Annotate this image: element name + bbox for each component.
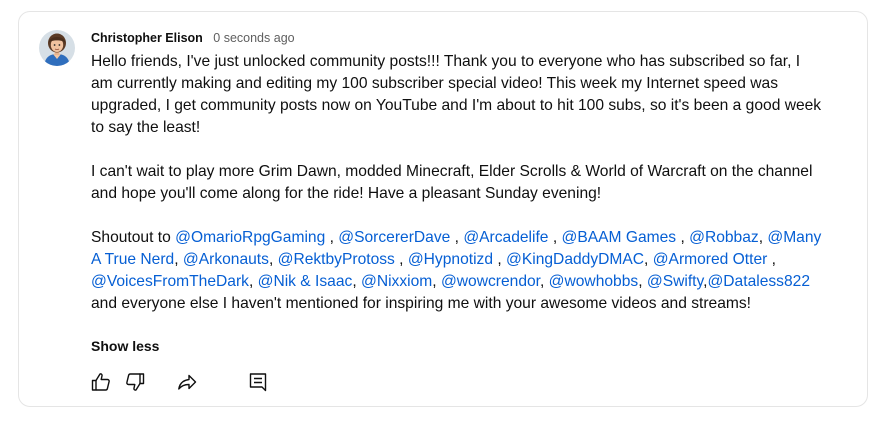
mention-separator: , [325, 229, 339, 246]
mention-link[interactable]: @OmarioRpgGaming [175, 229, 325, 246]
share-button[interactable] [172, 367, 202, 397]
share-arrow-icon [178, 374, 197, 390]
author-avatar[interactable] [39, 30, 75, 66]
mention-link[interactable]: @RektbyProtoss [278, 251, 395, 268]
mention-separator: , [174, 251, 183, 268]
mention-separator: , [676, 229, 690, 246]
mention-separator: , [450, 229, 464, 246]
post-timestamp[interactable]: 0 seconds ago [213, 31, 294, 45]
mention-link[interactable]: @Nixxiom [361, 273, 432, 290]
author-name[interactable]: Christopher Elison [91, 31, 203, 45]
mention-separator: , [268, 251, 278, 268]
mention-link[interactable]: @Arkonauts [183, 251, 269, 268]
mention-link[interactable]: @wowhobbs [549, 273, 639, 290]
mention-separator: , [767, 251, 777, 268]
post-body: Hello friends, I've just unlocked commun… [91, 51, 826, 315]
mention-separator: , [644, 251, 653, 268]
mention-separator: , [638, 273, 647, 290]
mention-separator: , [493, 251, 507, 268]
thumbs-down-icon [126, 373, 145, 391]
mention-link[interactable]: @Hypnotizd [408, 251, 493, 268]
mention-separator: , [248, 273, 258, 290]
mention-link[interactable]: @KingDaddyDMAC [506, 251, 644, 268]
mention-link[interactable]: @Nik & Isaac [258, 273, 353, 290]
post-paragraph: Hello friends, I've just unlocked commun… [91, 53, 822, 136]
mention-link[interactable]: @VoicesFromTheDark [91, 273, 249, 290]
shoutout-suffix: and everyone else I haven't mentioned fo… [91, 295, 751, 312]
mention-separator: , [432, 273, 441, 290]
shoutout-prefix: Shoutout to [91, 229, 176, 246]
like-button[interactable] [86, 367, 116, 397]
mention-link[interactable]: @BAAM Games [561, 229, 676, 246]
avatar-image [39, 30, 75, 66]
mention-link[interactable]: @Dataless822 [707, 273, 810, 290]
mention-link[interactable]: @Arcadelife [463, 229, 548, 246]
mention-link[interactable]: @Swifty [647, 273, 703, 290]
mention-link[interactable]: @wowcrendor [441, 273, 540, 290]
community-post-card: Christopher Elison 0 seconds ago Hello f… [18, 11, 868, 407]
thumbs-up-icon [91, 373, 110, 391]
mention-link[interactable]: @Robbaz [689, 229, 759, 246]
mention-separator: , [540, 273, 549, 290]
show-less-button[interactable]: Show less [91, 337, 159, 355]
shoutout-paragraph: Shoutout to @OmarioRpgGaming , @Sorcerer… [91, 227, 826, 315]
dislike-button[interactable] [120, 367, 150, 397]
comments-button[interactable] [243, 367, 273, 397]
mention-separator: , [352, 273, 361, 290]
mention-link[interactable]: @Armored Otter [653, 251, 768, 268]
post-header: Christopher Elison 0 seconds ago [91, 29, 295, 47]
mention-link[interactable]: @SorcererDave [338, 229, 450, 246]
comment-icon [249, 373, 267, 392]
post-paragraph: I can't wait to play more Grim Dawn, mod… [91, 163, 813, 202]
mention-separator: , [548, 229, 562, 246]
mention-separator: , [394, 251, 408, 268]
